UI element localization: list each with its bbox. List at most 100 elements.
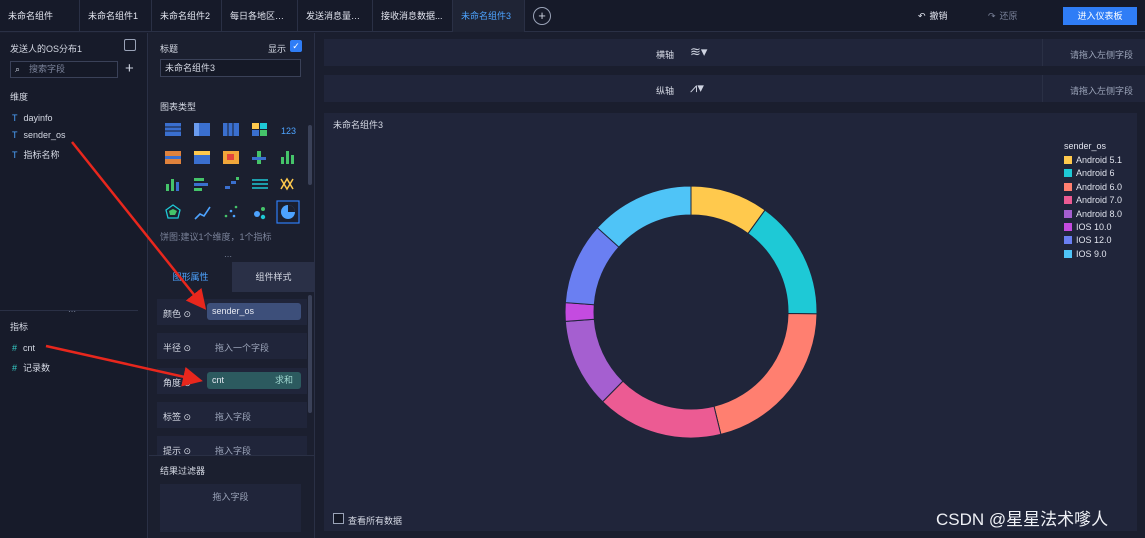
- dimension-item[interactable]: Tsender_os: [12, 130, 66, 140]
- donut-chart: [564, 185, 818, 439]
- tab-3[interactable]: 每日各地区发...: [222, 0, 298, 32]
- measure-item[interactable]: # 记录数: [12, 361, 50, 374]
- redo-button[interactable]: ↷ 还原: [988, 0, 1018, 32]
- undo-button[interactable]: ↶ 撤销: [918, 0, 948, 32]
- chart-type-scrollbar[interactable]: [308, 125, 312, 185]
- y-axis-bar[interactable]: 纵轴 ⩘▾ 请拖入左侧字段: [324, 75, 1145, 102]
- redo-icon: ↷: [988, 11, 996, 21]
- heatmap-icon[interactable]: [223, 151, 239, 164]
- legend-item[interactable]: IOS 12.0: [1064, 235, 1112, 245]
- drag-handle-icon[interactable]: ⋯: [224, 252, 232, 261]
- chart-type-label: 图表类型: [160, 102, 197, 112]
- ribbon-chart-icon[interactable]: [280, 177, 294, 191]
- range-bar-icon[interactable]: [225, 177, 239, 189]
- text-type-icon: T: [12, 130, 18, 140]
- text-type-icon: T: [12, 150, 18, 160]
- label-slot-label: 标签 ⊙: [163, 412, 192, 422]
- bar-chart-icon[interactable]: [281, 151, 294, 164]
- pie-slice-2[interactable]: [747, 209, 818, 315]
- filter-dropzone[interactable]: 拖入字段: [160, 484, 301, 532]
- pie-chart-icon[interactable]: [276, 200, 300, 224]
- show-all-checkbox[interactable]: [333, 513, 344, 524]
- field-panel: 发送人的OS分布1 ⌕ 搜索字段 + 维度 Tdayinfo Tsender_o…: [0, 33, 148, 538]
- tooltip-slot[interactable]: 提示 ⊙ 拖入字段: [157, 436, 307, 455]
- color-slot-label: 颜色 ⊙: [163, 309, 192, 319]
- legend-item[interactable]: Android 8.0: [1064, 209, 1122, 219]
- table-chart-icon[interactable]: [165, 123, 181, 136]
- angle-slot[interactable]: 角度 ⊙ cnt 求和: [157, 368, 307, 394]
- radius-slot[interactable]: 半径 ⊙ 拖入一个字段: [157, 333, 307, 359]
- axis-divider: [1042, 39, 1043, 66]
- pie-slice-6[interactable]: [564, 302, 595, 322]
- dimension-item[interactable]: Tdayinfo: [12, 113, 53, 123]
- detail-table-icon[interactable]: [223, 123, 239, 136]
- x-axis-label: 横轴: [656, 50, 675, 60]
- x-axis-bar[interactable]: 横轴 ≋▾ 请拖入左侧字段: [324, 39, 1145, 66]
- tab-4[interactable]: 发送消息量最...: [298, 0, 373, 32]
- card-icon[interactable]: [252, 123, 267, 136]
- tab-5[interactable]: 接收消息数据...: [373, 0, 453, 32]
- switch-dataset-icon[interactable]: [124, 39, 136, 51]
- measure-label: 记录数: [23, 363, 51, 373]
- legend-item[interactable]: IOS 9.0: [1064, 249, 1107, 259]
- line-chart-icon[interactable]: [194, 206, 211, 220]
- tree-chart-icon[interactable]: [252, 151, 266, 164]
- tab-1[interactable]: 未命名组件1: [80, 0, 152, 32]
- enter-dashboard-button[interactable]: 进入仪表板: [1063, 7, 1137, 25]
- legend-item[interactable]: Android 7.0: [1064, 195, 1122, 205]
- legend-label: Android 8.0: [1076, 208, 1123, 219]
- legend-swatch: [1064, 196, 1072, 205]
- label-slot[interactable]: 标签 ⊙ 拖入字段: [157, 402, 307, 428]
- tab-2[interactable]: 未命名组件2: [152, 0, 222, 32]
- y-axis-type-icon[interactable]: ⩘▾: [690, 80, 704, 96]
- config-panel: 标题 显示 ✓ 未命名组件3 图表类型 123 饼图:建议1个维度，1个指标 ⋯…: [149, 33, 315, 538]
- title-setting-label: 标题: [160, 44, 179, 54]
- grouped-table-icon[interactable]: [194, 151, 210, 164]
- drag-handle-icon[interactable]: ⋯: [68, 307, 76, 316]
- legend-label: Android 6.0: [1076, 181, 1123, 192]
- legend-item[interactable]: Android 5.1: [1064, 155, 1122, 165]
- pie-slice-8[interactable]: [596, 185, 692, 248]
- bubble-chart-icon[interactable]: [254, 207, 266, 220]
- color-slot[interactable]: 颜色 ⊙ sender_os: [157, 299, 307, 325]
- axis-divider: [1042, 75, 1043, 102]
- angle-field-pill[interactable]: cnt 求和: [207, 372, 301, 389]
- text-type-icon: T: [12, 113, 18, 123]
- x-axis-sort-icon[interactable]: ≋▾: [690, 44, 707, 60]
- pie-slice-3[interactable]: [713, 312, 818, 436]
- funnel-line-icon[interactable]: [252, 179, 268, 189]
- angle-slot-label: 角度 ⊙: [163, 378, 192, 388]
- color-field-pill[interactable]: sender_os: [207, 303, 301, 320]
- legend-swatch: [1064, 223, 1072, 231]
- pie-slice-4[interactable]: [601, 380, 722, 439]
- field-search-input[interactable]: ⌕ 搜索字段: [10, 61, 118, 78]
- aggregation-label[interactable]: 求和: [275, 372, 293, 389]
- tab-0[interactable]: 未命名组件: [0, 0, 80, 32]
- legend-item[interactable]: IOS 10.0: [1064, 222, 1112, 232]
- props-scrollbar[interactable]: [308, 295, 312, 413]
- color-table-icon[interactable]: [165, 151, 181, 164]
- tab-6-active[interactable]: 未命名组件3: [453, 0, 525, 32]
- stacked-bar-icon[interactable]: [194, 178, 208, 191]
- legend-item[interactable]: Android 6: [1064, 168, 1115, 178]
- show-title-checkbox[interactable]: ✓: [290, 40, 302, 52]
- radar-chart-icon[interactable]: [165, 204, 181, 219]
- number-type-icon: #: [12, 363, 18, 373]
- legend-label: Android 7.0: [1076, 195, 1123, 206]
- title-input[interactable]: 未命名组件3: [160, 59, 301, 77]
- measure-item[interactable]: # cnt: [12, 343, 35, 353]
- kpi-number-icon[interactable]: 123: [281, 126, 296, 136]
- canvas-area: 横轴 ≋▾ 请拖入左侧字段 纵轴 ⩘▾ 请拖入左侧字段 未命名组件3 sende…: [316, 33, 1145, 538]
- column-chart-icon[interactable]: [166, 179, 179, 191]
- add-tab-icon[interactable]: +: [533, 7, 551, 25]
- tab-graph-props[interactable]: 图形属性: [149, 262, 232, 292]
- legend-swatch: [1064, 209, 1072, 218]
- dimension-item[interactable]: T 指标名称: [12, 148, 60, 161]
- add-field-icon[interactable]: +: [125, 60, 134, 77]
- tooltip-slot-label: 提示 ⊙: [163, 446, 192, 455]
- cross-table-icon[interactable]: [194, 123, 210, 136]
- tab-component-style[interactable]: 组件样式: [232, 262, 315, 292]
- pie-slice-5[interactable]: [564, 318, 624, 403]
- legend-item[interactable]: Android 6.0: [1064, 182, 1122, 192]
- scatter-chart-icon[interactable]: [224, 205, 238, 218]
